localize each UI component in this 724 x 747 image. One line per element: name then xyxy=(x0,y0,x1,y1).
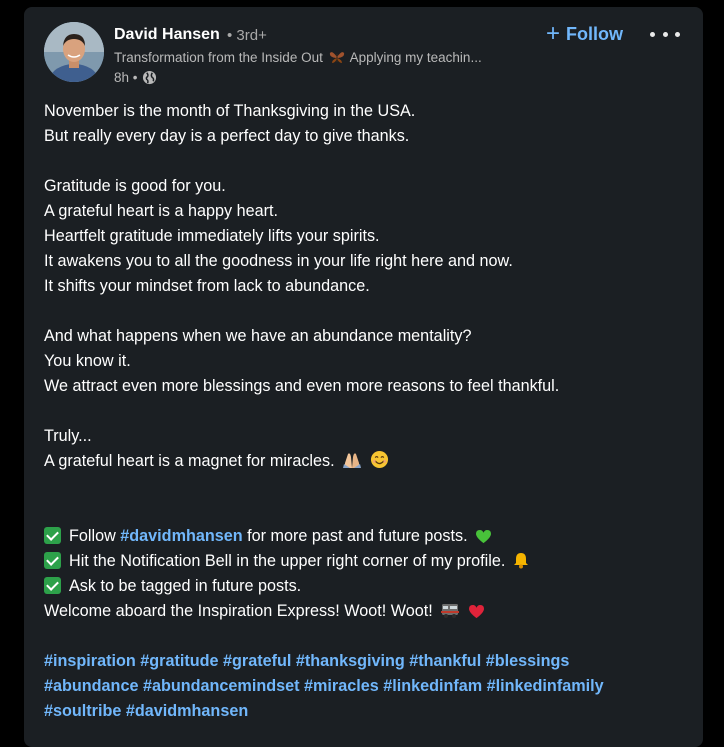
butterfly-icon xyxy=(329,51,345,67)
hashtag-link[interactable]: #thanksgiving xyxy=(296,652,405,670)
hashtag-link[interactable]: #soultribe xyxy=(44,702,121,720)
post-line: And what happens when we have an abundan… xyxy=(44,327,472,345)
hashtag-list: #inspiration #gratitude #grateful #thank… xyxy=(44,649,684,724)
post-time: 8h • xyxy=(114,70,138,85)
check-mark-icon xyxy=(44,527,61,544)
post-card: David Hansen • 3rd+ Transformation from … xyxy=(24,7,703,747)
hashtag-link[interactable]: #grateful xyxy=(223,652,291,670)
post-line-text: A grateful heart is a magnet for miracle… xyxy=(44,452,335,470)
hashtag-link[interactable]: #abundance xyxy=(44,677,138,695)
more-options-button[interactable] xyxy=(650,24,680,44)
author-name[interactable]: David Hansen xyxy=(114,26,220,44)
post-line: We attract even more blessings and even … xyxy=(44,377,560,395)
check-mark-icon xyxy=(44,577,61,594)
bell-icon xyxy=(513,552,529,577)
headline-text: Transformation from the Inside Out xyxy=(114,50,323,65)
post-line: A grateful heart is a happy heart. xyxy=(44,202,278,220)
more-options-icon-dot xyxy=(662,31,668,37)
post-line: Truly... xyxy=(44,427,92,445)
post-body: November is the month of Thanksgiving in… xyxy=(44,99,684,724)
bell-line-text: Hit the Notification Bell in the upper r… xyxy=(69,552,506,570)
hashtag-row: #soultribe #davidmhansen xyxy=(44,699,684,724)
hashtag-row: #abundance #abundancemindset #miracles #… xyxy=(44,674,684,699)
more-options-icon-dot xyxy=(650,31,655,37)
post-line: It awakens you to all the goodness in yo… xyxy=(44,252,513,270)
hashtag-link[interactable]: #inspiration xyxy=(44,652,136,670)
headline-tail: Applying my teachin... xyxy=(349,50,482,65)
hashtag-link[interactable]: #abundancemindset xyxy=(143,677,300,695)
hashtag-link[interactable]: #linkedinfamily xyxy=(487,677,604,695)
follow-label: Follow xyxy=(566,23,624,44)
bell-callout-line: Hit the Notification Bell in the upper r… xyxy=(44,549,684,574)
smiling-face-icon xyxy=(370,450,389,477)
red-heart-icon xyxy=(468,602,485,627)
post-line: But really every day is a perfect day to… xyxy=(44,127,410,145)
follow-button[interactable]: + Follow xyxy=(546,21,623,47)
connection-degree: • 3rd+ xyxy=(227,27,267,44)
post-line: You know it. xyxy=(44,352,131,370)
hashtag-link[interactable]: #miracles xyxy=(304,677,379,695)
globe-icon xyxy=(142,70,157,85)
hashtag-row: #inspiration #gratitude #grateful #thank… xyxy=(44,649,684,674)
tag-line-text: Ask to be tagged in future posts. xyxy=(69,577,302,595)
post-line: Heartfelt gratitude immediately lifts yo… xyxy=(44,227,380,245)
welcome-line-text: Welcome aboard the Inspiration Express! … xyxy=(44,602,433,620)
post-line: It shifts your mindset from lack to abun… xyxy=(44,277,370,295)
welcome-line: Welcome aboard the Inspiration Express! … xyxy=(44,599,684,624)
hashtag-link[interactable]: #davidmhansen xyxy=(126,702,248,720)
hashtag-link[interactable]: #thankful xyxy=(409,652,481,670)
author-avatar[interactable] xyxy=(44,22,104,82)
hashtag-link[interactable]: #gratitude xyxy=(140,652,218,670)
praying-hands-icon xyxy=(342,451,362,477)
post-line: Gratitude is good for you. xyxy=(44,177,226,195)
plus-icon: + xyxy=(546,20,561,47)
post-line: November is the month of Thanksgiving in… xyxy=(44,102,416,120)
check-mark-icon xyxy=(44,552,61,569)
follow-prefix: Follow xyxy=(69,527,121,545)
author-headline: Transformation from the Inside Out Apply… xyxy=(114,50,534,67)
more-options-icon-dot xyxy=(675,31,680,37)
post-meta: 8h • xyxy=(114,70,157,85)
train-icon xyxy=(440,601,460,627)
hashtag-link[interactable]: #blessings xyxy=(486,652,570,670)
follow-callout-line: Follow #davidmhansen for more past and f… xyxy=(44,524,684,549)
follow-suffix: for more past and future posts. xyxy=(242,527,468,545)
tag-callout-line: Ask to be tagged in future posts. xyxy=(44,574,684,599)
hashtag-link[interactable]: #davidmhansen xyxy=(120,527,242,545)
hashtag-link[interactable]: #linkedinfam xyxy=(383,677,482,695)
post-line: A grateful heart is a magnet for miracle… xyxy=(44,449,684,474)
